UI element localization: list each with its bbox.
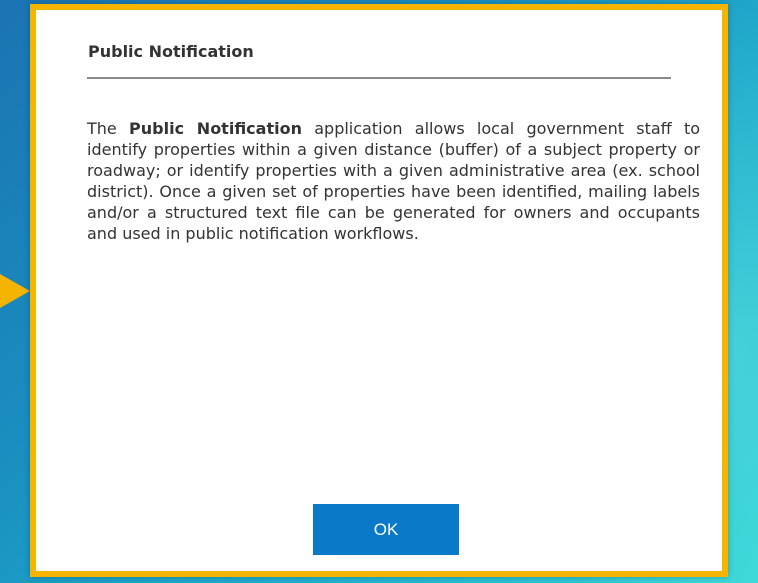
description-intro: The	[87, 119, 130, 138]
dialog-title: Public Notification	[88, 42, 254, 61]
title-divider	[87, 77, 671, 79]
dialog-description: The Public Notification application allo…	[87, 118, 700, 244]
ok-button[interactable]: OK	[313, 504, 459, 555]
callout-pointer-arrow	[0, 274, 30, 308]
description-app-name: Public Notification	[129, 119, 302, 138]
info-dialog: Public Notification The Public Notificat…	[30, 4, 728, 577]
